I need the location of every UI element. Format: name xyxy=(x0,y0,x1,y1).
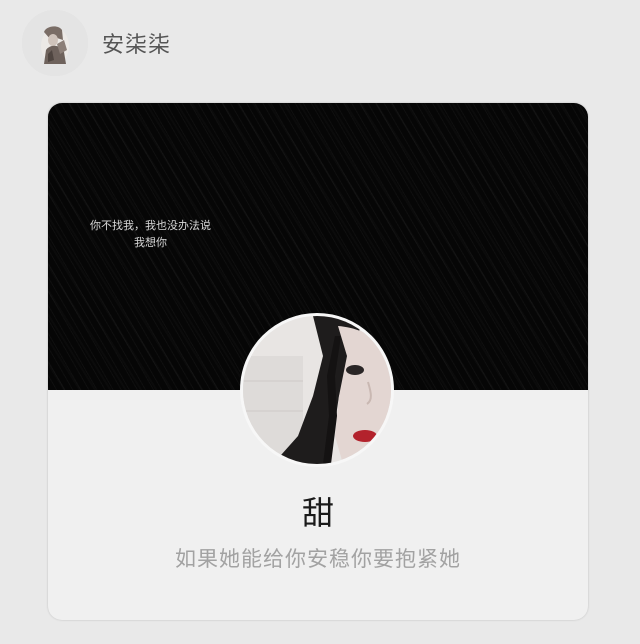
cover-caption: 你不找我，我也没办法说 我想你 xyxy=(48,217,253,251)
header-avatar[interactable] xyxy=(22,10,88,76)
header-username[interactable]: 安柒柒 xyxy=(102,27,171,59)
profile-avatar[interactable] xyxy=(240,313,394,467)
profile-card: 你不找我，我也没办法说 我想你 甜 如果她能给你安稳你要抱紧她 xyxy=(48,103,588,620)
profile-signature: 如果她能给你安稳你要抱紧她 xyxy=(175,547,461,571)
user-avatar-photo-icon xyxy=(22,10,88,76)
profile-page: 安柒柒 你不找我，我也没办法说 我想你 甜 如果她能给你安稳你要抱紧她 xyxy=(0,0,640,644)
profile-avatar-photo-icon xyxy=(243,316,391,464)
cover-caption-line1: 你不找我，我也没办法说 xyxy=(90,219,211,232)
profile-nickname: 甜 xyxy=(301,494,334,532)
cover-caption-line2: 我想你 xyxy=(134,236,167,249)
header: 安柒柒 xyxy=(22,8,171,78)
